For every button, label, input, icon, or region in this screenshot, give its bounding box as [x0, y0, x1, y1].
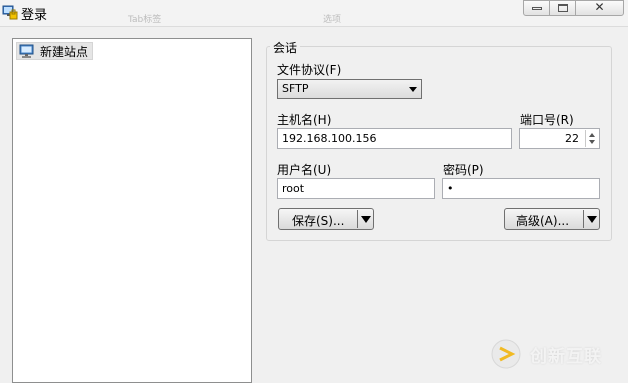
watermark: 创新互联	[490, 338, 602, 370]
password-value: •	[447, 182, 454, 195]
protocol-value: SFTP	[282, 82, 309, 95]
advanced-button-divider	[583, 210, 584, 228]
advanced-button[interactable]: 高级(A)...	[504, 208, 600, 230]
protocol-label: 文件协议(F)	[277, 63, 342, 77]
close-button[interactable]: ✕	[575, 0, 624, 16]
close-icon: ✕	[594, 0, 605, 14]
spin-down-icon[interactable]	[589, 140, 595, 144]
watermark-text: 创新互联	[530, 346, 602, 367]
tree-item-label: 新建站点	[40, 45, 89, 59]
app-icon	[2, 5, 18, 20]
ghost-tab-label: Tab标签	[128, 15, 162, 25]
port-value: 22	[565, 132, 579, 145]
advanced-button-label: 高级(A)...	[516, 214, 570, 228]
user-label: 用户名(U)	[277, 163, 332, 177]
user-input[interactable]: root	[277, 178, 435, 199]
password-label: 密码(P)	[443, 163, 484, 177]
save-button-divider	[357, 210, 358, 228]
password-input[interactable]: •	[442, 178, 600, 199]
chevron-down-icon	[409, 87, 417, 92]
host-value: 192.168.100.156	[282, 132, 377, 145]
host-input[interactable]: 192.168.100.156	[277, 128, 512, 149]
monitor-icon	[19, 44, 34, 58]
minimize-button[interactable]	[523, 0, 550, 16]
watermark-logo-icon	[491, 339, 521, 369]
window-title: 登录	[21, 8, 48, 23]
spin-up-icon[interactable]	[589, 133, 595, 137]
title-bar: 登录 Tab标签 选项 ✕	[0, 0, 628, 27]
save-dropdown-icon[interactable]	[361, 216, 371, 223]
session-group-title: 会话	[270, 39, 301, 56]
port-spinner[interactable]	[585, 130, 599, 147]
protocol-select[interactable]: SFTP	[277, 79, 422, 99]
user-value: root	[282, 182, 305, 195]
minimize-icon	[532, 7, 542, 10]
advanced-dropdown-icon[interactable]	[587, 216, 597, 223]
port-label: 端口号(R)	[520, 113, 574, 127]
save-button[interactable]: 保存(S)...	[278, 208, 374, 230]
maximize-icon	[558, 4, 568, 12]
site-tree[interactable]: 新建站点	[12, 38, 252, 383]
save-button-label: 保存(S)...	[292, 214, 345, 228]
host-label: 主机名(H)	[277, 113, 332, 127]
ghost-option-label: 选项	[323, 15, 342, 25]
tree-item-new-site[interactable]: 新建站点	[16, 42, 94, 60]
maximize-button[interactable]	[549, 0, 576, 16]
